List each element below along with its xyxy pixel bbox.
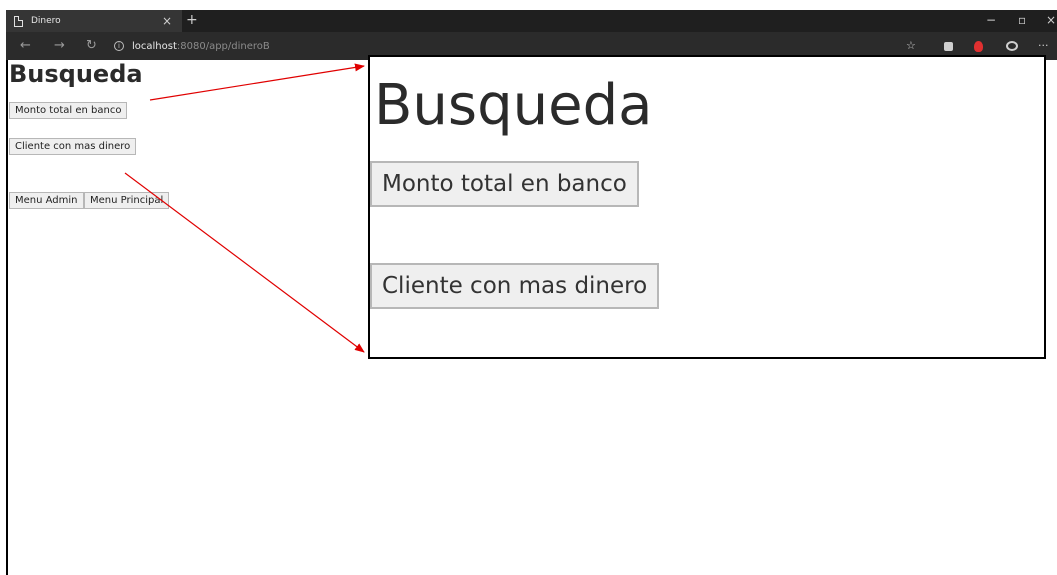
url-field[interactable]: i localhost :8080/app/dineroB — [114, 38, 270, 54]
forward-icon[interactable]: → — [54, 38, 65, 53]
url-path: :8080/app/dineroB — [176, 40, 270, 52]
zoom-cliente-mas-dinero-button: Cliente con mas dinero — [370, 263, 660, 309]
zoom-callout-title: Busqueda — [374, 73, 653, 138]
more-menu-icon[interactable]: ··· — [1038, 39, 1049, 52]
minimize-icon[interactable]: − — [986, 13, 996, 27]
menu-principal-button[interactable]: Menu Principal — [84, 192, 170, 209]
screenshot-frame: Dinero × + − ▫ × ← → ↻ i localhost :8080… — [0, 0, 1057, 575]
zoom-monto-total-button: Monto total en banco — [370, 161, 639, 207]
arrow-to-zoom-top — [149, 63, 365, 101]
favorite-star-icon[interactable]: ☆ — [906, 39, 916, 52]
page-title: Busqueda — [9, 60, 143, 88]
reload-icon[interactable]: ↻ — [86, 38, 97, 53]
url-host: localhost — [132, 40, 177, 52]
browser-tab-bar: Dinero × + − ▫ × — [6, 10, 1057, 32]
profile-icon[interactable] — [1006, 41, 1018, 51]
close-window-icon[interactable]: × — [1046, 13, 1056, 27]
info-icon[interactable]: i — [114, 41, 124, 51]
tab-title: Dinero — [31, 16, 61, 26]
page-left-border — [6, 60, 8, 575]
extension-icon[interactable] — [944, 42, 953, 51]
menu-admin-button[interactable]: Menu Admin — [9, 192, 84, 209]
monto-total-button[interactable]: Monto total en banco — [9, 102, 128, 119]
fire-extension-icon[interactable] — [974, 41, 983, 52]
zoom-callout: Busqueda Monto total en banco Cliente co… — [368, 55, 1046, 359]
page-icon — [14, 15, 23, 27]
cliente-mas-dinero-button[interactable]: Cliente con mas dinero — [9, 138, 137, 155]
close-tab-icon[interactable]: × — [162, 14, 172, 28]
new-tab-button[interactable]: + — [186, 12, 198, 28]
maximize-icon[interactable]: ▫ — [1018, 13, 1026, 27]
back-icon[interactable]: ← — [20, 38, 31, 53]
browser-tab[interactable]: Dinero × — [6, 10, 182, 32]
